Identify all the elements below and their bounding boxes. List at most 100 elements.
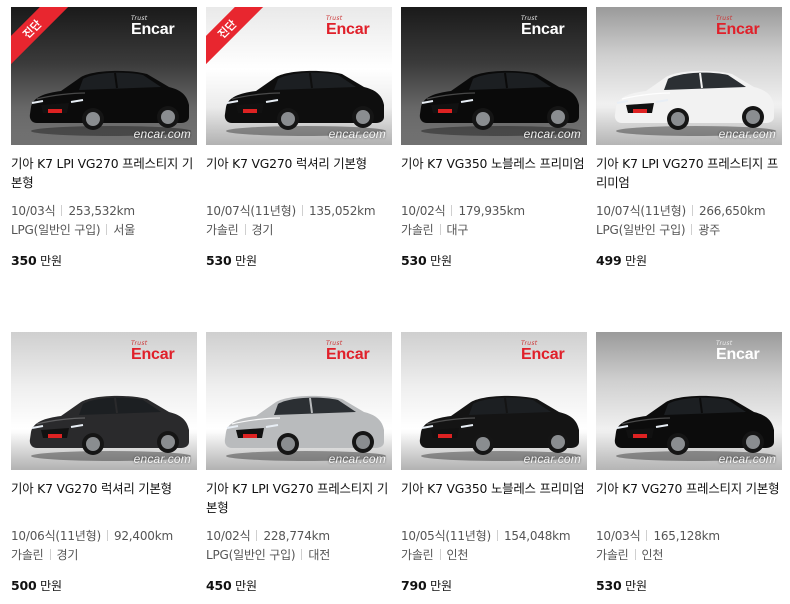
diagnosis-badge: 진단 (11, 7, 69, 65)
divider (61, 205, 63, 216)
car-listing-card[interactable]: Trust Encar 진단 encar.com 기아 K7 VG270 럭셔리… (206, 7, 392, 269)
car-title[interactable]: 기아 K7 VG350 노블레스 프리미엄 (401, 479, 587, 517)
car-photo (419, 70, 581, 136)
car-meta-line-2: LPG(일반인 구입) 대전 (206, 546, 392, 565)
car-year: 10/07식(11년형) (206, 204, 296, 218)
car-meta-line-2: 가솔린 인천 (596, 546, 782, 565)
car-mileage: 92,400km (113, 529, 173, 543)
car-thumbnail[interactable]: Trust Encar encar.com (401, 7, 587, 145)
car-price-value: 500 (11, 578, 37, 593)
divider (439, 224, 441, 235)
car-region: 경기 (251, 223, 274, 237)
car-thumbnail[interactable]: Trust Encar 진단 encar.com (11, 7, 197, 145)
car-price-unit: 만원 (625, 579, 647, 593)
car-listing-card[interactable]: Trust Encar encar.com 기아 K7 VG270 프레스티지 … (596, 332, 782, 594)
car-listing-card[interactable]: Trust Encar 진단 encar.com 기아 K7 LPI VG270… (11, 7, 197, 269)
divider (244, 224, 246, 235)
encar-watermark: encar.com (133, 452, 191, 466)
car-price-unit: 만원 (625, 254, 647, 268)
car-meta-line-2: 가솔린 대구 (401, 221, 587, 240)
divider (646, 530, 648, 541)
car-price-unit: 만원 (430, 579, 452, 593)
car-price-value: 790 (401, 578, 427, 593)
car-price-unit: 만원 (235, 254, 257, 268)
car-listing-card[interactable]: Trust Encar encar.com 기아 K7 VG350 노블레스 프… (401, 7, 587, 269)
car-year: 10/02식 (206, 529, 251, 543)
car-photo (29, 70, 191, 136)
car-meta-line-1: 10/07식(11년형) 266,650km (596, 202, 782, 221)
car-thumbnail[interactable]: Trust Encar encar.com (596, 332, 782, 470)
car-fuel: LPG(일반인 구입) (206, 548, 296, 562)
car-thumbnail[interactable]: Trust Encar encar.com (11, 332, 197, 470)
car-thumbnail[interactable]: Trust Encar 진단 encar.com (206, 7, 392, 145)
car-title[interactable]: 기아 K7 LPI VG270 프레스티지 프리미엄 (596, 154, 782, 192)
car-meta-line-2: LPG(일반인 구입) 광주 (596, 221, 782, 240)
car-title[interactable]: 기아 K7 VG270 럭셔리 기본형 (11, 479, 197, 517)
diagnosis-badge: 진단 (206, 7, 264, 65)
car-meta-line-1: 10/03식 165,128km (596, 527, 782, 546)
car-region: 광주 (698, 223, 721, 237)
car-listing-card[interactable]: Trust Encar encar.com 기아 K7 LPI VG270 프레… (596, 7, 782, 269)
car-fuel: 가솔린 (206, 223, 239, 237)
divider (49, 549, 51, 560)
car-price-value: 350 (11, 253, 37, 268)
car-title[interactable]: 기아 K7 VG270 프레스티지 기본형 (596, 479, 782, 517)
encar-watermark: encar.com (523, 452, 581, 466)
car-listing-card[interactable]: Trust Encar encar.com 기아 K7 VG350 노블레스 프… (401, 332, 587, 594)
car-photo (29, 395, 191, 461)
car-listing-card[interactable]: Trust Encar encar.com 기아 K7 VG270 럭셔리 기본… (11, 332, 197, 594)
encar-watermark: encar.com (523, 127, 581, 141)
car-meta-line-1: 10/02식 179,935km (401, 202, 587, 221)
car-thumbnail[interactable]: Trust Encar encar.com (401, 332, 587, 470)
encar-watermark: encar.com (718, 127, 776, 141)
car-price: 790 만원 (401, 577, 587, 594)
car-price-value: 499 (596, 253, 622, 268)
divider (451, 205, 453, 216)
car-mileage: 228,774km (263, 529, 330, 543)
car-thumbnail[interactable]: Trust Encar encar.com (596, 7, 782, 145)
diagnosis-badge-label: 진단 (206, 7, 264, 65)
car-thumbnail[interactable]: Trust Encar encar.com (206, 332, 392, 470)
car-price-unit: 만원 (40, 579, 62, 593)
car-mileage: 165,128km (653, 529, 720, 543)
divider (691, 205, 693, 216)
car-price: 450 만원 (206, 577, 392, 594)
divider (439, 549, 441, 560)
car-price-unit: 만원 (430, 254, 452, 268)
encar-logo: Encar (716, 346, 760, 363)
car-photo (224, 395, 386, 461)
encar-watermark: encar.com (328, 127, 386, 141)
car-meta-line-1: 10/05식(11년형) 154,048km (401, 527, 587, 546)
car-price: 350 만원 (11, 252, 197, 269)
car-title[interactable]: 기아 K7 VG270 럭셔리 기본형 (206, 154, 392, 192)
car-price-value: 530 (596, 578, 622, 593)
car-title[interactable]: 기아 K7 LPI VG270 프레스티지 기본형 (11, 154, 197, 192)
divider (256, 530, 258, 541)
car-region: 경기 (56, 548, 79, 562)
car-price: 530 만원 (596, 577, 782, 594)
car-fuel: LPG(일반인 구입) (11, 223, 101, 237)
car-price-value: 530 (206, 253, 232, 268)
encar-logo: Encar (326, 21, 370, 38)
divider (634, 549, 636, 560)
encar-logo: Encar (131, 346, 175, 363)
encar-logo: Encar (326, 346, 370, 363)
car-title[interactable]: 기아 K7 VG350 노블레스 프리미엄 (401, 154, 587, 192)
car-photo (224, 70, 386, 136)
car-fuel: 가솔린 (596, 548, 629, 562)
car-region: 대전 (308, 548, 331, 562)
car-meta-line-1: 10/07식(11년형) 135,052km (206, 202, 392, 221)
encar-watermark: encar.com (328, 452, 386, 466)
car-photo (419, 395, 581, 461)
car-price-unit: 만원 (235, 579, 257, 593)
car-listing-card[interactable]: Trust Encar encar.com 기아 K7 LPI VG270 프레… (206, 332, 392, 594)
car-title[interactable]: 기아 K7 LPI VG270 프레스티지 기본형 (206, 479, 392, 517)
car-fuel: 가솔린 (11, 548, 44, 562)
car-price: 530 만원 (206, 252, 392, 269)
encar-watermark: encar.com (718, 452, 776, 466)
diagnosis-badge-label: 진단 (11, 7, 69, 65)
divider (301, 205, 303, 216)
car-photo (614, 395, 776, 461)
car-photo (614, 70, 776, 136)
car-region: 대구 (446, 223, 469, 237)
